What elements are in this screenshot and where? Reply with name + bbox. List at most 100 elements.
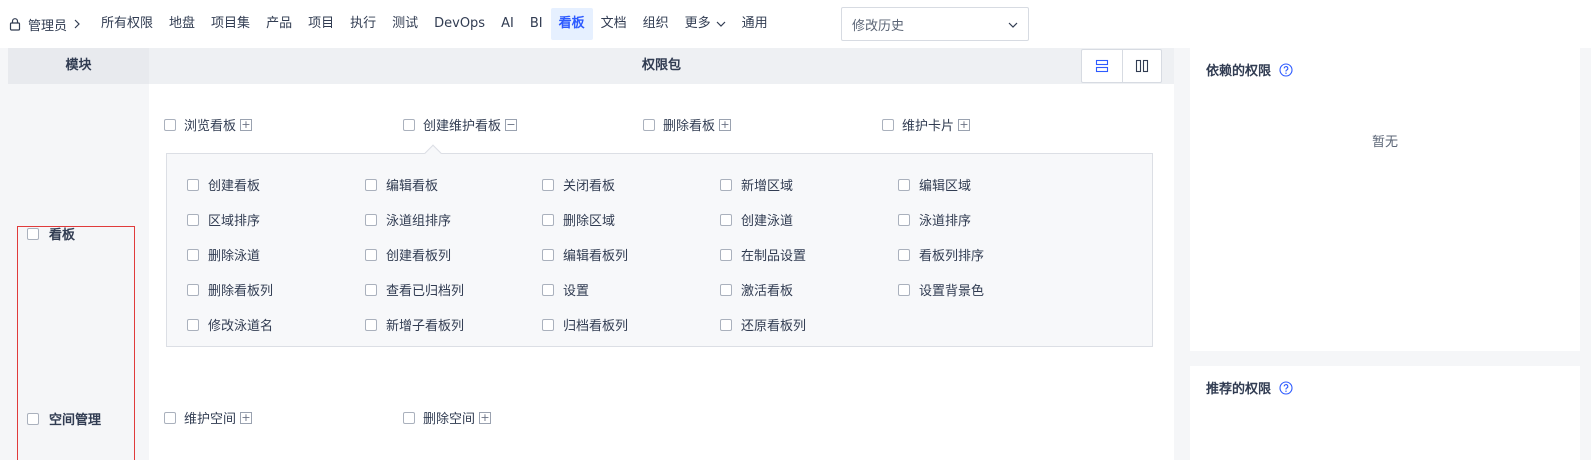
- column-view-button[interactable]: [1121, 50, 1162, 82]
- package-checkbox[interactable]: [643, 118, 655, 131]
- expand-icon[interactable]: +: [240, 118, 253, 131]
- permission-item[interactable]: 创建看板列: [365, 245, 451, 264]
- package-label: 浏览看板: [184, 119, 237, 134]
- permission-item[interactable]: 还原看板列: [720, 315, 806, 334]
- package-checkbox[interactable]: [882, 118, 894, 131]
- permission-checkbox[interactable]: [898, 178, 910, 191]
- permission-checkbox[interactable]: [187, 178, 199, 191]
- permission-checkbox[interactable]: [365, 283, 377, 296]
- permission-item[interactable]: 创建泳道: [720, 210, 793, 229]
- permission-item[interactable]: 关闭看板: [542, 175, 615, 194]
- permission-label: 归档看板列: [563, 319, 629, 334]
- breadcrumb[interactable]: 管理员: [8, 8, 93, 40]
- package-checkbox[interactable]: [164, 411, 176, 424]
- nav-item-test[interactable]: 测试: [384, 8, 426, 40]
- permission-item[interactable]: 删除区域: [542, 210, 615, 229]
- module-space-checkbox[interactable]: [27, 412, 39, 425]
- package-checkbox[interactable]: [403, 118, 415, 131]
- package-delete-space[interactable]: 删除空间 +: [403, 408, 492, 427]
- permission-item[interactable]: 泳道排序: [898, 210, 971, 229]
- permission-label: 创建看板: [208, 179, 261, 194]
- nav-item-more[interactable]: 更多: [677, 8, 734, 40]
- package-maintain-card[interactable]: 维护卡片 +: [882, 115, 971, 134]
- permission-checkbox[interactable]: [365, 248, 377, 261]
- permission-item[interactable]: 删除看板列: [187, 280, 273, 299]
- permission-checkbox[interactable]: [187, 213, 199, 226]
- permission-label: 设置背景色: [919, 284, 985, 299]
- help-icon[interactable]: [1279, 380, 1293, 395]
- nav-item-project[interactable]: 项目: [300, 8, 342, 40]
- nav-item-dashboard[interactable]: 地盘: [161, 8, 203, 40]
- package-checkbox[interactable]: [403, 411, 415, 424]
- package-label: 维护空间: [184, 412, 237, 427]
- permission-checkbox[interactable]: [542, 283, 554, 296]
- permission-checkbox[interactable]: [187, 318, 199, 331]
- permission-item[interactable]: 修改泳道名: [187, 315, 273, 334]
- package-checkbox[interactable]: [164, 118, 176, 131]
- package-browse-kanban[interactable]: 浏览看板 +: [164, 115, 253, 134]
- permission-item[interactable]: 激活看板: [720, 280, 793, 299]
- nav-item-bi[interactable]: BI: [522, 8, 551, 40]
- package-maintain-space[interactable]: 维护空间 +: [164, 408, 253, 427]
- package-label: 创建维护看板: [423, 119, 502, 134]
- permission-checkbox[interactable]: [365, 318, 377, 331]
- package-create-maintain-kanban[interactable]: 创建维护看板 −: [403, 115, 518, 134]
- permission-item[interactable]: 删除泳道: [187, 245, 260, 264]
- permission-checkbox[interactable]: [542, 318, 554, 331]
- permission-item[interactable]: 编辑看板列: [542, 245, 628, 264]
- recommended-title-label: 推荐的权限: [1206, 382, 1272, 397]
- permission-checkbox[interactable]: [542, 178, 554, 191]
- permission-item[interactable]: 在制品设置: [720, 245, 806, 264]
- nav-item-doc[interactable]: 文档: [593, 8, 635, 40]
- permission-checkbox[interactable]: [187, 248, 199, 261]
- permission-checkbox[interactable]: [898, 248, 910, 261]
- nav-item-general[interactable]: 通用: [734, 8, 776, 40]
- nav-item-product[interactable]: 产品: [258, 8, 300, 40]
- permission-checkbox[interactable]: [365, 178, 377, 191]
- nav-item-kanban[interactable]: 看板: [550, 8, 593, 40]
- expand-icon[interactable]: +: [479, 411, 492, 424]
- permission-checkbox[interactable]: [720, 213, 732, 226]
- permission-item[interactable]: 创建看板: [187, 175, 260, 194]
- nav-item-devops[interactable]: DevOps: [426, 8, 493, 40]
- module-space[interactable]: 空间管理: [27, 409, 101, 428]
- permission-item[interactable]: 归档看板列: [542, 315, 628, 334]
- permission-item[interactable]: 新增子看板列: [365, 315, 464, 334]
- permission-label: 新增子看板列: [386, 319, 465, 334]
- permission-checkbox[interactable]: [187, 283, 199, 296]
- list-view-button[interactable]: [1082, 50, 1122, 82]
- nav-item-all-permissions[interactable]: 所有权限: [93, 8, 161, 40]
- expand-icon[interactable]: +: [240, 411, 253, 424]
- permission-checkbox[interactable]: [720, 318, 732, 331]
- permission-checkbox[interactable]: [542, 248, 554, 261]
- expand-icon[interactable]: +: [719, 118, 732, 131]
- permission-item[interactable]: 区域排序: [187, 210, 260, 229]
- permission-item[interactable]: 泳道组排序: [365, 210, 451, 229]
- permission-checkbox[interactable]: [720, 178, 732, 191]
- module-kanban[interactable]: 看板: [27, 224, 75, 243]
- permission-checkbox[interactable]: [898, 213, 910, 226]
- permission-item[interactable]: 编辑看板: [365, 175, 438, 194]
- module-kanban-checkbox[interactable]: [27, 227, 39, 240]
- permission-item[interactable]: 新增区域: [720, 175, 793, 194]
- permission-item[interactable]: 设置: [542, 280, 589, 299]
- permission-checkbox[interactable]: [542, 213, 554, 226]
- help-icon[interactable]: [1279, 62, 1293, 77]
- table-header: 模块 权限包: [8, 48, 1174, 84]
- nav-item-execution[interactable]: 执行: [342, 8, 384, 40]
- permission-checkbox[interactable]: [720, 283, 732, 296]
- permission-checkbox[interactable]: [898, 283, 910, 296]
- collapse-icon[interactable]: −: [505, 118, 518, 131]
- nav-item-program[interactable]: 项目集: [203, 8, 258, 40]
- history-select[interactable]: 修改历史: [841, 7, 1029, 41]
- expand-icon[interactable]: +: [958, 118, 971, 131]
- permission-checkbox[interactable]: [720, 248, 732, 261]
- permission-item[interactable]: 查看已归档列: [365, 280, 464, 299]
- permission-item[interactable]: 设置背景色: [898, 280, 984, 299]
- package-delete-kanban[interactable]: 删除看板 +: [643, 115, 732, 134]
- nav-item-ai[interactable]: AI: [493, 8, 522, 40]
- permission-checkbox[interactable]: [365, 213, 377, 226]
- nav-item-org[interactable]: 组织: [635, 8, 677, 40]
- permission-item[interactable]: 看板列排序: [898, 245, 984, 264]
- permission-item[interactable]: 编辑区域: [898, 175, 971, 194]
